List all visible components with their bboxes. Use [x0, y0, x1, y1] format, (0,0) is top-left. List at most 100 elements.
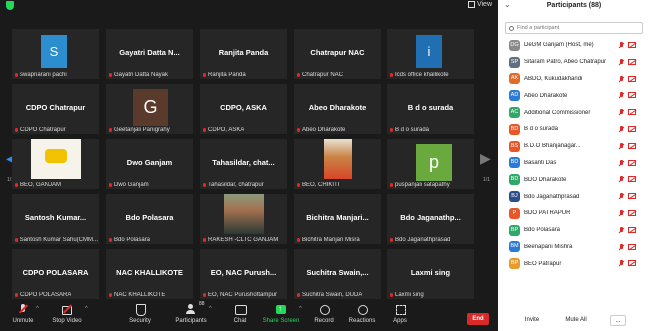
- tile-display-name: EO, NAC Purush...: [210, 268, 277, 277]
- video-tile[interactable]: Ranjita Panda Ranjita Panda: [200, 29, 287, 79]
- participant-search-box[interactable]: [505, 22, 643, 34]
- record-button[interactable]: Record: [312, 304, 336, 324]
- participant-row[interactable]: AC Additional Commissioner: [498, 104, 650, 121]
- mute-all-button[interactable]: Mute All: [556, 315, 596, 326]
- video-tile[interactable]: B d o surada B d o surada: [387, 84, 474, 134]
- participant-row[interactable]: BM Beenapani Mishra: [498, 239, 650, 256]
- audio-options-caret-icon[interactable]: ^: [36, 306, 39, 312]
- tile-display-name: Ranjita Panda: [218, 48, 269, 57]
- video-tile[interactable]: Bichitra Manjari... Bichitra Manjari Misr…: [294, 194, 381, 244]
- video-tile[interactable]: BEO, CHIKITI: [294, 139, 381, 189]
- video-tile[interactable]: BEO, GANJAM: [12, 139, 99, 189]
- participant-avatar: S: [41, 35, 67, 68]
- tile-name-label: Tahasildar, chatrapur: [202, 182, 264, 188]
- video-tile[interactable]: Sswapnarani pachi: [12, 29, 99, 79]
- next-page-arrow[interactable]: ▶: [480, 150, 491, 167]
- tile-label-text: Abeo Dharakote: [302, 127, 346, 133]
- video-tile[interactable]: G Geetanjali Panigrahy: [106, 84, 193, 134]
- video-tile[interactable]: Laxmi sing Laxmi sing: [387, 249, 474, 299]
- chat-button[interactable]: Chat: [229, 304, 251, 324]
- participant-name: BDO Dharakote: [524, 176, 567, 183]
- muted-mic-icon: [296, 72, 301, 78]
- stop-video-button[interactable]: Stop Video: [50, 304, 84, 324]
- participant-row[interactable]: AK ABDO, Kukudakhandi: [498, 71, 650, 88]
- participant-search-input[interactable]: [517, 25, 637, 31]
- participant-photo: [294, 139, 381, 181]
- view-label: View: [476, 1, 492, 8]
- video-tile[interactable]: p puspanjali satapathy: [387, 139, 474, 189]
- video-tile[interactable]: Suchitra Swain,... Suchitra Swain, DUDA: [294, 249, 381, 299]
- video-tile[interactable]: Gayatri Datta N... Gayatri Datta Nayak: [106, 29, 193, 79]
- video-tile[interactable]: CDPO, ASKA CDPO, ASKA: [200, 84, 287, 134]
- more-options-button[interactable]: ...: [610, 315, 626, 326]
- participant-row[interactable]: SP Sitaram Patro, Abeo Chatrapur: [498, 54, 650, 71]
- invite-button[interactable]: Invite: [516, 315, 548, 326]
- share-screen-button[interactable]: Share Screen: [262, 304, 300, 324]
- participant-row[interactable]: BJ Bdo Jaganathprasad: [498, 188, 650, 205]
- encryption-shield-icon[interactable]: [6, 1, 14, 10]
- video-tile[interactable]: Tahasildar, chat... Tahasildar, chatrapur: [200, 139, 287, 189]
- tile-name-label: Santosh Kumar Sahu(CMM...: [14, 237, 98, 243]
- participant-avatar: SP: [509, 56, 520, 68]
- muted-mic-icon: [389, 292, 394, 298]
- muted-mic-icon: [618, 193, 624, 200]
- apps-button[interactable]: Apps: [390, 304, 410, 324]
- apps-label: Apps: [393, 318, 407, 324]
- tile-label-text: Laxmi sing: [395, 292, 424, 298]
- participants-button[interactable]: Participants: [171, 304, 211, 324]
- participant-row[interactable]: P BDO PATRAPUR: [498, 205, 650, 222]
- video-tile[interactable]: CDPO POLASARA CDPO POLASARA: [12, 249, 99, 299]
- muted-mic-icon: [14, 237, 19, 243]
- video-tile[interactable]: Abeo Dharakote Abeo Dharakote: [294, 84, 381, 134]
- video-tile[interactable]: Bdo Polasara Bdo Polasara: [106, 194, 193, 244]
- video-tile[interactable]: Dwo Ganjam Dwo Ganjam: [106, 139, 193, 189]
- tile-label-text: Dwo Ganjam: [114, 182, 149, 188]
- tile-label-text: CDPO POLASARA: [20, 292, 72, 298]
- video-tile[interactable]: EO, NAC Purush... EO, NAC Purushottampur: [200, 249, 287, 299]
- muted-mic-icon: [618, 142, 624, 150]
- video-tile[interactable]: RAKESH -CLTC GANJAM: [200, 194, 287, 244]
- participant-name: Additional Commissioner: [524, 109, 591, 116]
- participant-row[interactable]: AD Abeo Dharakote: [498, 87, 650, 104]
- video-options-caret-icon[interactable]: ^: [85, 306, 88, 312]
- muted-mic-icon: [618, 243, 624, 251]
- muted-mic-icon: [296, 127, 301, 133]
- participant-row[interactable]: BD BDO Dharakote: [498, 171, 650, 188]
- participant-row[interactable]: BP Bdo Polasara: [498, 222, 650, 239]
- video-tile[interactable]: i Icds office khallikote: [387, 29, 474, 79]
- video-tile[interactable]: Bdo Jaganathp... Bdo Jaganathprasad: [387, 194, 474, 244]
- video-tile[interactable]: CDPO Chatrapur CDPO Chatrapur: [12, 84, 99, 134]
- tile-label-text: Bdo Jaganathprasad: [395, 237, 451, 243]
- video-off-icon: [628, 42, 636, 48]
- video-tile[interactable]: Santosh Kumar... Santosh Kumar Sahu(CMM..…: [12, 194, 99, 244]
- unmute-button[interactable]: Unmute: [8, 304, 38, 324]
- muted-mic-icon: [108, 292, 113, 298]
- tile-name-label: puspanjali satapathy: [389, 182, 450, 188]
- tile-name-label: Dwo Ganjam: [108, 182, 149, 188]
- participant-avatar: P: [509, 207, 520, 219]
- video-tile[interactable]: Chatrapur NAC Chatrapur NAC: [294, 29, 381, 79]
- tile-name-label: B d o surada: [389, 127, 429, 133]
- participants-caret-icon[interactable]: ^: [209, 306, 212, 312]
- tile-label-text: Santosh Kumar Sahu(CMM...: [19, 237, 98, 243]
- participant-row[interactable]: DG DeGM Ganjam (Host, me): [498, 37, 650, 54]
- video-tile[interactable]: NAC KHALLIKOTE NAC KHALLIKOTE: [106, 249, 193, 299]
- participant-name: Bdo Polasara: [524, 227, 561, 234]
- share-options-caret-icon[interactable]: ^: [299, 306, 302, 312]
- tile-label-text: RAKESH -CLTC GANJAM: [208, 237, 279, 243]
- end-meeting-button[interactable]: End: [467, 313, 489, 325]
- muted-mic-icon: [618, 42, 624, 49]
- video-off-icon: [628, 226, 636, 233]
- participant-row[interactable]: BD B d o surada: [498, 121, 650, 138]
- video-off-icon: [628, 260, 636, 267]
- tile-label-text: Chatrapur NAC: [302, 72, 344, 78]
- participant-row[interactable]: BP BEO Patrapur: [498, 255, 650, 272]
- participants-panel-footer: Invite Mute All ...: [498, 312, 650, 331]
- security-button[interactable]: Security: [126, 304, 154, 324]
- participant-row[interactable]: BS B.D.O Bhanjanagar...: [498, 138, 650, 155]
- reactions-button[interactable]: Reactions: [346, 304, 378, 324]
- participant-name: B.D.O Bhanjanagar...: [524, 143, 581, 150]
- participant-avatar: AD: [509, 90, 520, 102]
- view-button[interactable]: View: [467, 1, 492, 8]
- participant-row[interactable]: BD Basanti Das: [498, 155, 650, 172]
